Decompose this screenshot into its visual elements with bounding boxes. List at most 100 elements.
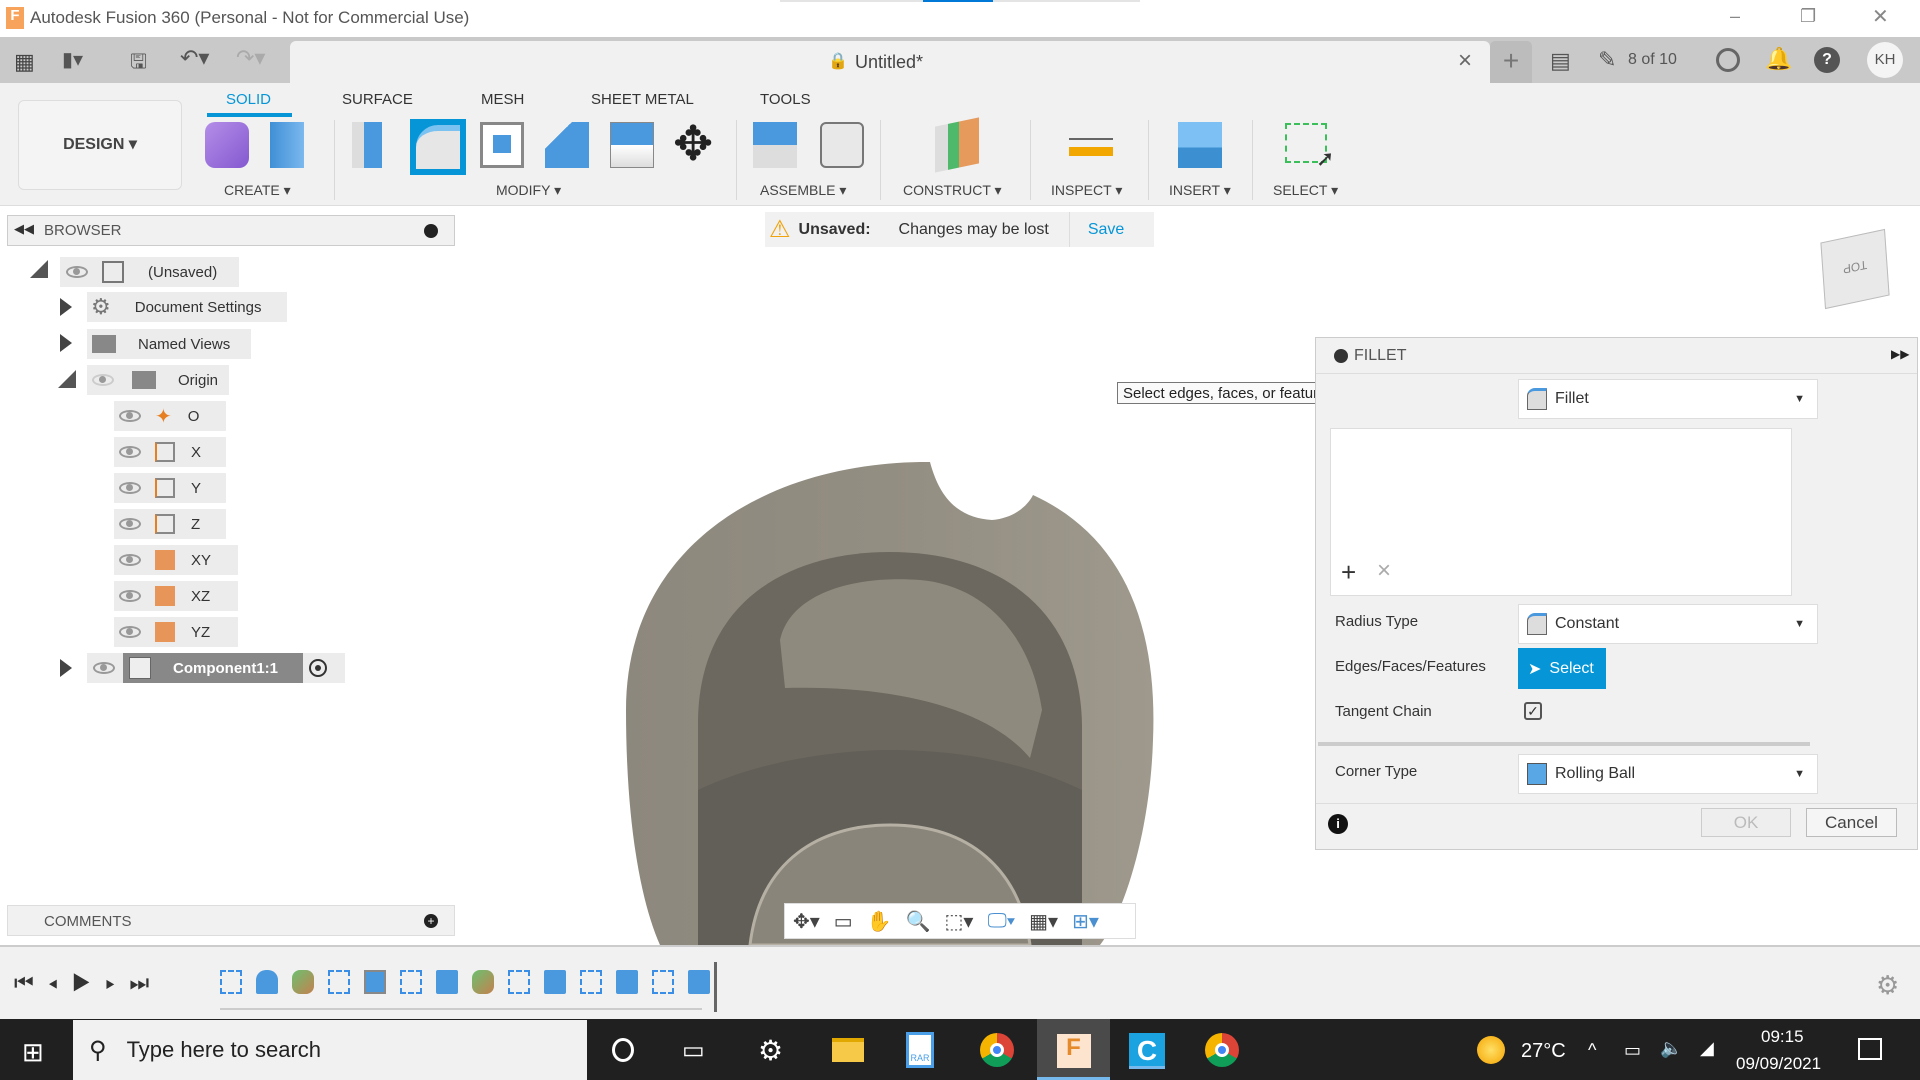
comments-header[interactable]: COMMENTS + [7,905,455,936]
redo-icon[interactable]: ↷▾ [236,45,265,71]
visibility-hidden-icon[interactable] [92,374,114,386]
press-pull-icon[interactable] [352,122,382,168]
new-joint-component-icon[interactable] [753,122,797,168]
step-back-icon[interactable]: ◂ [48,970,72,995]
tree-item-plane-yz[interactable]: YZ [114,617,238,647]
browser-header[interactable]: ◀◀ BROWSER [7,215,455,246]
viewport-model[interactable] [560,440,1180,945]
tree-item-origin-point[interactable]: ✦ O [114,401,226,431]
document-count[interactable]: 8 of 10 [1628,51,1677,69]
orbit-icon[interactable]: ✥▾ [793,909,820,934]
combine-icon[interactable] [545,122,589,168]
display-settings-icon[interactable]: 🖵▾ [987,910,1015,933]
close-tab-button[interactable]: × [1458,47,1472,75]
step-forward-icon[interactable]: ▸ [105,970,129,995]
tree-item-axis-x[interactable]: X [114,437,226,467]
bell-icon[interactable]: 🔔 [1765,46,1792,72]
viewcube[interactable]: TOP [1820,228,1890,310]
visibility-icon[interactable] [119,518,141,530]
tree-expander[interactable] [30,260,48,283]
document-tab[interactable]: 🔒 Untitled* × [290,41,1490,83]
chrome-icon[interactable] [980,1033,1014,1067]
timeline-revolve-icon[interactable] [256,970,278,994]
timeline-extrude-icon[interactable] [616,970,638,994]
selection-list[interactable]: + × [1330,428,1792,596]
pan-hand-icon[interactable]: ✋ [867,909,892,934]
tree-item-root[interactable]: (Unsaved) [60,257,239,287]
timeline-sketch-icon[interactable] [220,970,242,994]
visibility-icon[interactable] [119,410,141,422]
measure-icon[interactable] [1069,138,1113,156]
volume-icon[interactable]: 🔈 [1660,1038,1682,1059]
minimize-button[interactable]: – [1730,6,1740,27]
temperature[interactable]: 27°C [1521,1040,1566,1063]
timeline-shell-icon[interactable] [364,970,386,994]
file-explorer-icon[interactable] [832,1038,864,1062]
tab-surface[interactable]: SURFACE [342,91,413,108]
save-button[interactable]: Save [1088,221,1124,239]
timeline-sweep-icon[interactable] [472,970,494,994]
taskbar-search[interactable]: ⚲ Type here to search [73,1020,587,1080]
dialog-header[interactable]: FILLET ▶▶ [1316,338,1917,374]
visibility-icon[interactable] [66,266,88,278]
clock-time[interactable]: 09:15 [1761,1027,1804,1047]
tree-expander[interactable] [58,370,76,393]
new-component-icon[interactable] [205,122,249,168]
tab-tools[interactable]: TOOLS [760,91,811,108]
add-selection-button[interactable]: + [1341,557,1356,588]
chrome-icon-2[interactable] [1205,1033,1239,1067]
move-icon[interactable]: ✥ [673,116,713,172]
save-icon[interactable]: 🖫 [130,47,147,81]
remove-selection-button[interactable]: × [1377,557,1391,585]
go-to-start-icon[interactable]: ⏮ [14,970,48,995]
expand-dialog-icon[interactable]: ▶▶ [1891,347,1909,361]
zoom-icon[interactable]: 🔍 [906,909,931,934]
new-tab-button[interactable]: + [1490,41,1532,83]
comments-icon[interactable]: ▤ [1550,48,1571,74]
tree-item-document-settings[interactable]: ⚙ Document Settings [87,292,287,322]
clock-icon[interactable] [1716,48,1740,72]
timeline-sketch-icon[interactable] [328,970,350,994]
collapse-dialog-icon[interactable] [1334,349,1348,363]
offset-face-icon[interactable] [610,122,654,168]
corner-type-dropdown[interactable]: Rolling Ball ▼ [1518,754,1818,794]
timeline-sketch-icon[interactable] [400,970,422,994]
help-icon[interactable]: ? [1814,47,1840,73]
battery-icon[interactable]: ▭ [1624,1040,1641,1061]
timeline-marker[interactable] [714,962,717,1012]
cancel-button[interactable]: Cancel [1806,808,1897,837]
tree-item-plane-xy[interactable]: XY [114,545,238,575]
group-select[interactable]: SELECT ▾ [1273,182,1338,199]
workspace-switcher[interactable]: DESIGN ▾ [18,100,182,190]
file-menu-icon[interactable]: ▮▾ [62,47,83,72]
timeline-sweep-icon[interactable] [292,970,314,994]
close-window-button[interactable]: ✕ [1872,4,1889,29]
visibility-icon[interactable] [119,482,141,494]
cortana-icon[interactable] [612,1038,634,1062]
weather-sun-icon[interactable] [1477,1036,1505,1064]
tray-chevron-icon[interactable]: ^ [1588,1040,1596,1061]
shell-icon[interactable] [480,122,524,168]
look-at-icon[interactable]: ▭ [834,909,853,934]
visibility-icon[interactable] [119,554,141,566]
extrude-icon[interactable] [270,122,304,168]
add-comment-icon[interactable]: + [424,914,438,928]
timeline-sketch-icon[interactable] [508,970,530,994]
collapse-browser-icon[interactable]: ◀◀ [14,221,34,237]
tree-item-named-views[interactable]: Named Views [87,329,251,359]
grid-icon[interactable]: ▦▾ [1029,909,1058,934]
jobs-icon[interactable]: ✎ [1598,47,1616,73]
play-icon[interactable]: ▶ [72,970,106,995]
fillet-type-dropdown[interactable]: Fillet ▼ [1518,379,1818,419]
restore-button[interactable]: ❐ [1800,6,1816,27]
tree-expander[interactable] [60,298,72,321]
group-insert[interactable]: INSERT ▾ [1169,182,1231,199]
settings-app-icon[interactable]: ⚙ [758,1034,783,1067]
viewports-icon[interactable]: ⊞▾ [1072,909,1099,934]
cura-icon[interactable]: C [1129,1033,1165,1069]
group-modify[interactable]: MODIFY ▾ [496,182,561,199]
timeline-extrude-icon[interactable] [436,970,458,994]
tree-expander[interactable] [60,334,72,357]
tree-item-plane-xz[interactable]: XZ [114,581,238,611]
app-grid-icon[interactable]: ▦ [14,49,35,75]
